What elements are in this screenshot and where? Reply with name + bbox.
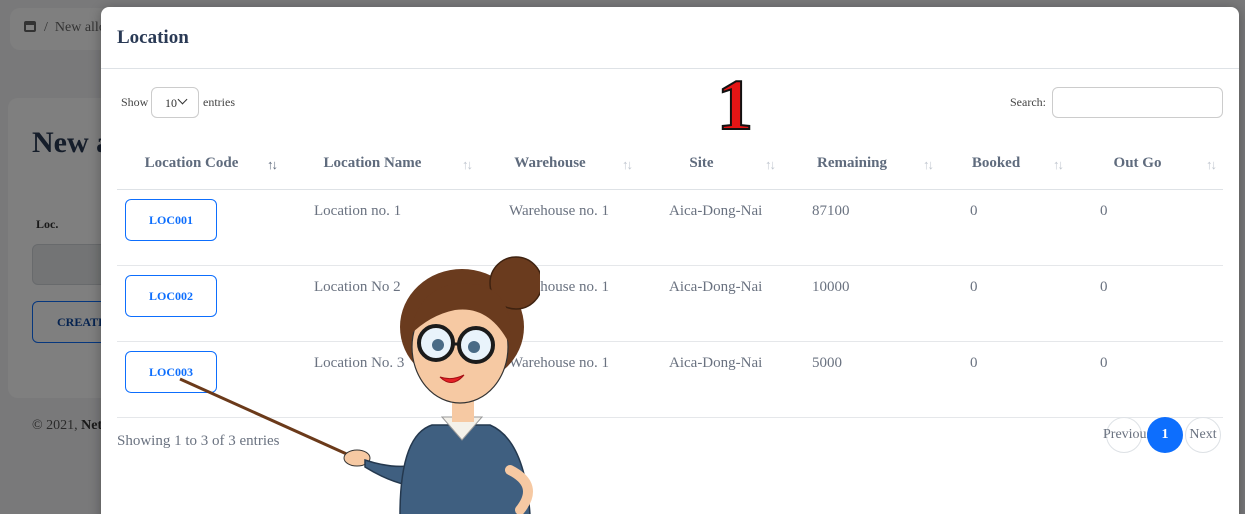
show-label: Show bbox=[121, 95, 149, 109]
booked-cell: 0 bbox=[940, 265, 1070, 342]
entries-value: 10 bbox=[165, 96, 177, 110]
chevron-down-icon bbox=[177, 94, 188, 105]
teacher-illustration bbox=[179, 256, 540, 514]
pointer-stick bbox=[179, 377, 361, 462]
col-location-name[interactable]: Location Name ↑↓ bbox=[284, 139, 479, 190]
sort-icon: ↑↓ bbox=[765, 157, 776, 172]
location-code-button[interactable]: LOC001 bbox=[125, 198, 217, 241]
step-annotation: 1 bbox=[716, 65, 754, 145]
modal-header: Location bbox=[101, 7, 1239, 69]
search-input[interactable] bbox=[1052, 87, 1223, 118]
previous-button[interactable]: Previous bbox=[1103, 417, 1152, 453]
table-header-row: Location Code ↑↓ Location Name ↑↓ Warehous… bbox=[117, 139, 1223, 190]
remaining-cell: 87100 bbox=[782, 189, 940, 266]
modal-title: Location bbox=[117, 27, 189, 48]
table-row: LOC001 Location no. 1 Warehouse no. 1 Ai… bbox=[117, 189, 1223, 266]
entries-select[interactable]: 10 bbox=[151, 87, 199, 118]
sort-icon: ↑↓ bbox=[1206, 157, 1217, 172]
site-cell: Aica-Dong-Nai bbox=[639, 265, 782, 342]
search-label: Search: bbox=[1010, 95, 1046, 109]
sort-icon: ↑↓ bbox=[1053, 157, 1064, 172]
col-site[interactable]: Site ↑↓ bbox=[639, 139, 782, 190]
sort-icon: ↑↓ bbox=[462, 157, 473, 172]
entries-label: entries bbox=[203, 95, 235, 109]
remaining-cell: 5000 bbox=[782, 341, 940, 418]
table-controls: Show 10 entries Search: bbox=[117, 87, 1223, 119]
warehouse-cell: Warehouse no. 1 bbox=[479, 189, 639, 266]
out-go-cell: 0 bbox=[1070, 265, 1223, 342]
out-go-cell: 0 bbox=[1070, 341, 1223, 418]
booked-cell: 0 bbox=[940, 341, 1070, 418]
pagination: Previous 1 Next bbox=[1103, 417, 1221, 453]
out-go-cell: 0 bbox=[1070, 189, 1223, 266]
booked-cell: 0 bbox=[940, 189, 1070, 266]
col-warehouse[interactable]: Warehouse ↑↓ bbox=[479, 139, 639, 190]
col-out-go[interactable]: Out Go ↑↓ bbox=[1070, 139, 1223, 190]
location-name-cell: Location no. 1 bbox=[284, 189, 479, 266]
site-cell: Aica-Dong-Nai bbox=[639, 341, 782, 418]
remaining-cell: 10000 bbox=[782, 265, 940, 342]
sort-icon: ↑↓ bbox=[267, 157, 278, 172]
sort-icon: ↑↓ bbox=[622, 157, 633, 172]
next-button[interactable]: Next bbox=[1185, 417, 1221, 453]
col-remaining[interactable]: Remaining ↑↓ bbox=[782, 139, 940, 190]
sort-icon: ↑↓ bbox=[923, 157, 934, 172]
site-cell: Aica-Dong-Nai bbox=[639, 189, 782, 266]
col-booked[interactable]: Booked ↑↓ bbox=[940, 139, 1070, 190]
page-1-button[interactable]: 1 bbox=[1147, 417, 1183, 453]
col-location-code[interactable]: Location Code ↑↓ bbox=[117, 139, 284, 190]
